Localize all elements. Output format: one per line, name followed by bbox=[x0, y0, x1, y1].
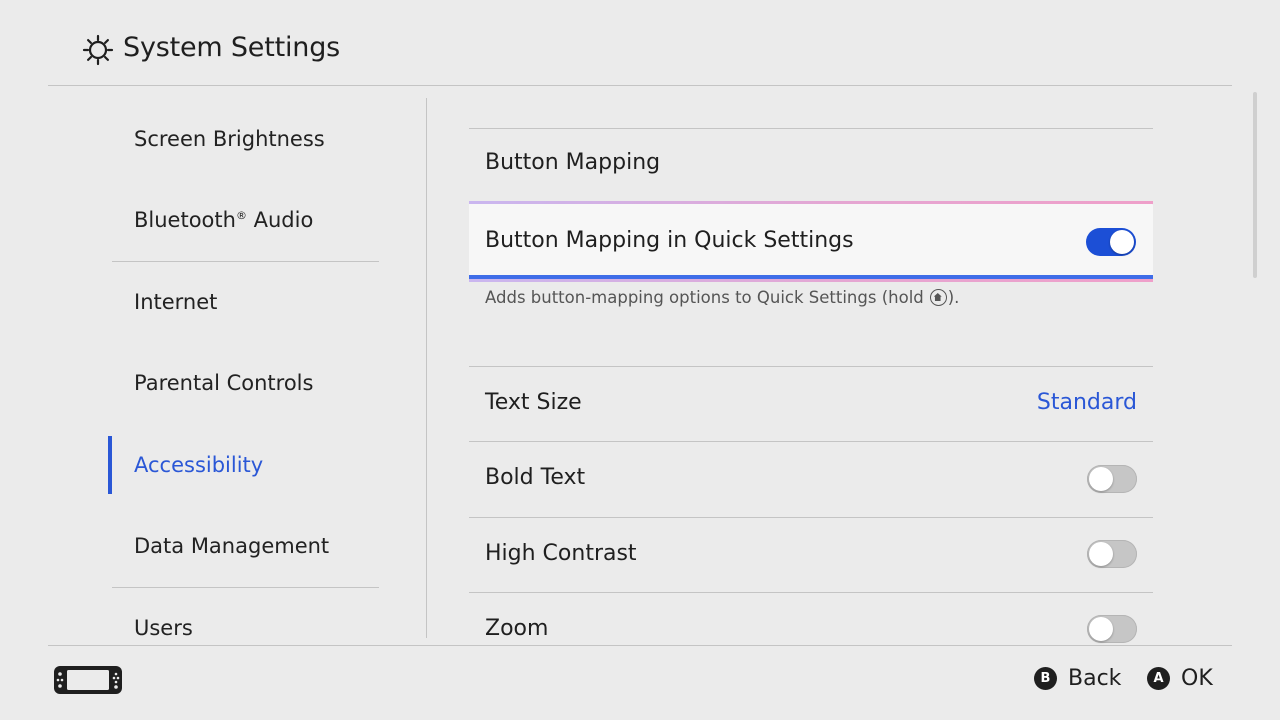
sidebar-item-data-management[interactable]: Data Management bbox=[112, 505, 379, 587]
focused-row-body: Button Mapping in Quick Settings bbox=[469, 204, 1153, 279]
sidebar-item-label: Parental Controls bbox=[134, 371, 314, 395]
scrollbar[interactable] bbox=[1253, 92, 1257, 278]
sidebar-active-indicator bbox=[108, 436, 112, 494]
button-mapping-toggle[interactable] bbox=[1086, 228, 1136, 256]
sidebar-item-label: Screen Brightness bbox=[134, 127, 325, 151]
row-label: High Contrast bbox=[485, 541, 637, 566]
section-title: Button Mapping bbox=[485, 150, 661, 175]
sidebar-item-label: Data Management bbox=[134, 534, 330, 558]
sidebar-item-label: Bluetooth® Audio bbox=[134, 208, 314, 232]
text-size-value: Standard bbox=[1036, 390, 1137, 415]
gear-icon bbox=[82, 34, 114, 66]
sidebar-item-bluetooth-audio[interactable]: Bluetooth® Audio bbox=[112, 179, 379, 261]
sidebar-item-label: Users bbox=[134, 616, 193, 638]
sidebar-item-screen-brightness[interactable]: Screen Brightness bbox=[112, 98, 379, 180]
toggle-knob bbox=[1089, 617, 1113, 641]
page-title: System Settings bbox=[123, 32, 341, 63]
row-label: Text Size bbox=[485, 390, 582, 415]
sidebar-item-accessibility[interactable]: Accessibility bbox=[112, 424, 379, 506]
row-label: Zoom bbox=[485, 616, 549, 641]
sidebar-item-parental-controls[interactable]: Parental Controls bbox=[112, 342, 379, 424]
row-label: Button Mapping in Quick Settings bbox=[485, 228, 854, 253]
toggle-knob bbox=[1089, 467, 1113, 491]
button-mapping-description: Adds button-mapping options to Quick Set… bbox=[485, 288, 960, 307]
sidebar-item-label: Accessibility bbox=[134, 453, 264, 477]
home-button-icon bbox=[929, 289, 947, 306]
bold-text-toggle[interactable] bbox=[1087, 465, 1137, 493]
settings-panel: Button Mapping Button Mapping in Quick S… bbox=[469, 98, 1153, 644]
sidebar-item-internet[interactable]: Internet bbox=[112, 261, 379, 343]
back-label: Back bbox=[1068, 666, 1122, 691]
ok-label: OK bbox=[1181, 666, 1213, 691]
bold-text-row[interactable]: Bold Text bbox=[469, 441, 1153, 516]
zoom-row[interactable]: Zoom bbox=[469, 592, 1153, 644]
console-icon bbox=[54, 666, 122, 694]
row-label: Bold Text bbox=[485, 465, 586, 490]
a-button-icon: A bbox=[1147, 667, 1170, 690]
text-size-row[interactable]: Text Size Standard bbox=[469, 366, 1153, 441]
sidebar-item-label: Internet bbox=[134, 290, 218, 314]
back-button[interactable]: B Back bbox=[1034, 666, 1121, 691]
button-mapping-quick-settings-row[interactable]: Button Mapping in Quick Settings bbox=[469, 201, 1153, 282]
toggle-knob bbox=[1089, 542, 1113, 566]
sidebar-item-users[interactable]: Users bbox=[112, 587, 379, 638]
toggle-knob bbox=[1110, 230, 1134, 254]
high-contrast-row[interactable]: High Contrast bbox=[469, 517, 1153, 592]
ok-button[interactable]: A OK bbox=[1147, 666, 1213, 691]
panel-divider bbox=[426, 98, 427, 638]
footer: B Back A OK bbox=[48, 645, 1232, 720]
high-contrast-toggle[interactable] bbox=[1087, 540, 1137, 568]
sidebar: Screen Brightness Bluetooth® Audio Inter… bbox=[112, 98, 379, 638]
header: System Settings bbox=[48, 0, 1232, 86]
zoom-toggle[interactable] bbox=[1087, 615, 1137, 643]
row-divider bbox=[469, 128, 1153, 129]
b-button-icon: B bbox=[1034, 667, 1057, 690]
